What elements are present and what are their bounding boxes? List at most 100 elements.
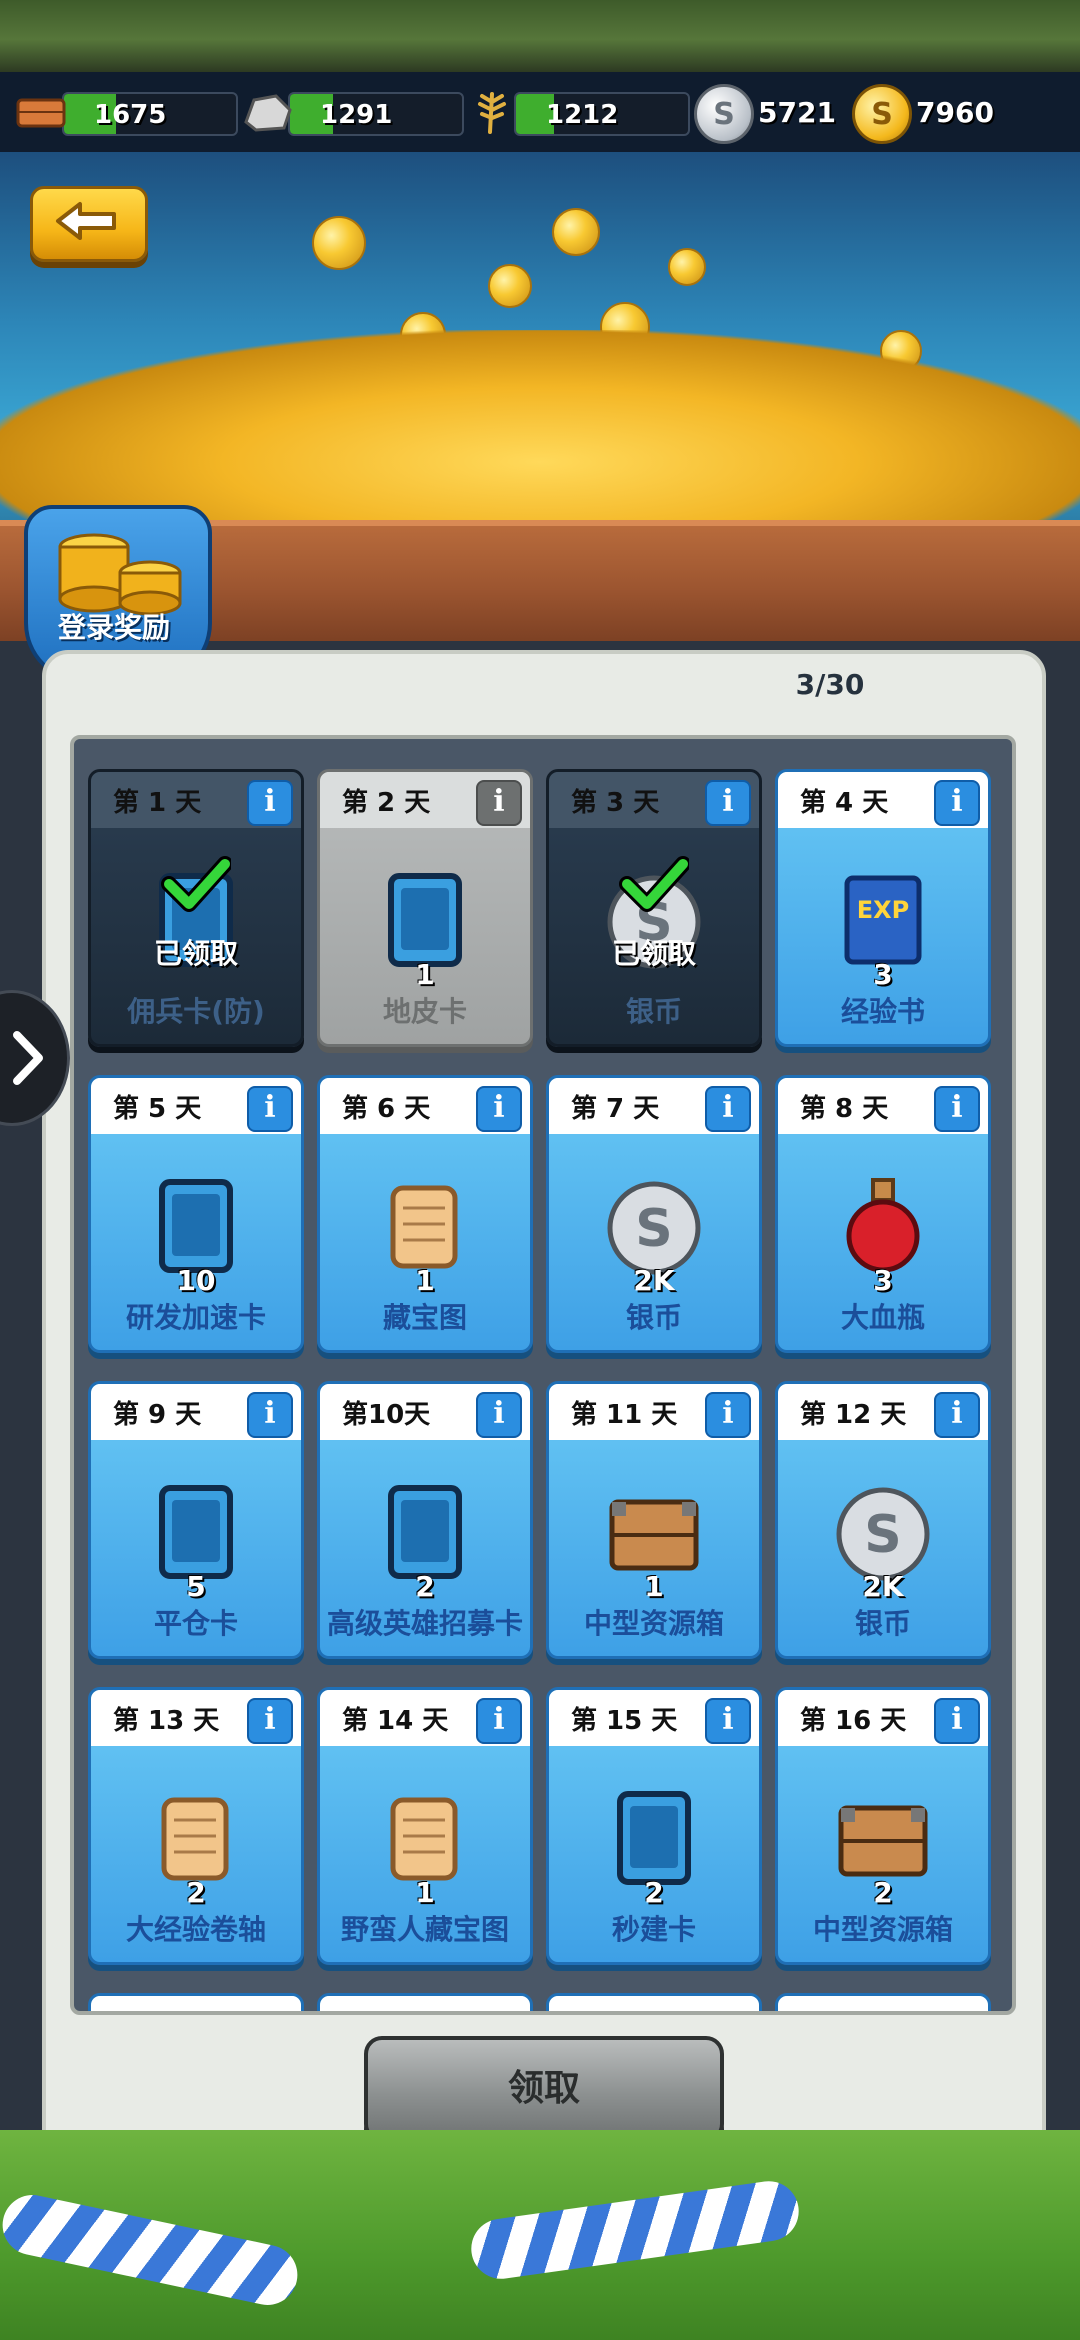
info-icon[interactable]: i	[476, 1086, 522, 1132]
card-day-label: 第 13 天	[113, 1706, 220, 1736]
reward-card-day-14[interactable]: 第 14 天 i 1 野蛮人藏宝图	[317, 1687, 533, 1965]
card-day-label: 第 6 天	[342, 1094, 431, 1124]
currency-silver: S 5721	[694, 84, 844, 144]
reward-card-day-9[interactable]: 第 9 天 i 5 平仓卡	[88, 1381, 304, 1659]
card-day-label: 第 1 天	[113, 788, 202, 818]
card-item-name: 大血瓶	[840, 1301, 925, 1334]
info-icon[interactable]: i	[247, 1086, 293, 1132]
card-header: 第 8 天 i	[778, 1078, 988, 1134]
reward-card-day-1[interactable]: 第 1 天 i 已领取佣兵卡(防)	[88, 769, 304, 1047]
chevron-right-icon	[13, 1031, 43, 1085]
card-item-name: 中型资源箱	[583, 1607, 724, 1640]
card-item-name: 藏宝图	[382, 1301, 467, 1334]
card-header: 第 11 天 i	[549, 1384, 759, 1440]
card-header	[778, 1996, 988, 2011]
reward-card-day-4[interactable]: 第 4 天 i EXP 3 经验书	[775, 769, 991, 1047]
reward-card-day-3[interactable]: 第 3 天 i S 已领取 银币	[546, 769, 762, 1047]
card-item-name: 银币	[854, 1607, 911, 1640]
card-day-label: 第 16 天	[800, 1706, 907, 1736]
reward-card-day-13[interactable]: 第 13 天 i 2 大经验卷轴	[88, 1687, 304, 1965]
info-icon[interactable]: i	[247, 780, 293, 826]
card-item-name: 高级英雄招募卡	[326, 1607, 523, 1640]
reward-grid[interactable]: 第 1 天 i 已领取佣兵卡(防) 第 2 天 i 1 地皮卡 第 3 天 i S 已领取银币 第 4…	[70, 735, 1016, 2015]
silver-coin-icon: S	[694, 84, 754, 144]
claimed-label: 已领取	[611, 937, 696, 970]
reward-card-day-16[interactable]: 第 16 天 i 2 中型资源箱	[775, 1687, 991, 1965]
resource-wheat-bar: 1212	[514, 92, 690, 136]
card-header	[91, 1996, 301, 2011]
info-icon[interactable]: i	[476, 780, 522, 826]
reward-card-day-15[interactable]: 第 15 天 i 2 秒建卡	[546, 1687, 762, 1965]
gold-coin-stack-icon	[58, 533, 182, 616]
reward-card-day-2[interactable]: 第 2 天 i 1 地皮卡	[317, 769, 533, 1047]
card-header	[549, 1996, 759, 2011]
card-header: 第 7 天 i	[549, 1078, 759, 1134]
card-header: 第 15 天 i	[549, 1690, 759, 1746]
wheat-icon	[478, 92, 506, 134]
reward-card-day-11[interactable]: 第 11 天 i 1 中型资源箱	[546, 1381, 762, 1659]
reward-card-day-8[interactable]: 第 8 天 i 3 大血瓶	[775, 1075, 991, 1353]
card-day-label: 第 5 天	[113, 1094, 202, 1124]
reward-card-day-6[interactable]: 第 6 天 i 1 藏宝图	[317, 1075, 533, 1353]
card-quantity: 1	[415, 1876, 435, 1909]
reward-card-partial[interactable]	[546, 1993, 762, 2011]
info-icon[interactable]: i	[934, 1698, 980, 1744]
card-day-label: 第 8 天	[800, 1094, 889, 1124]
card-item-name: 研发加速卡	[125, 1301, 266, 1334]
info-icon[interactable]: i	[705, 1392, 751, 1438]
resource-wheat-value: 1212	[546, 100, 619, 130]
info-icon[interactable]: i	[934, 780, 980, 826]
grass-ground	[0, 2130, 1080, 2340]
reward-card-day-10[interactable]: 第10天 i 2 高级英雄招募卡	[317, 1381, 533, 1659]
info-icon[interactable]: i	[476, 1392, 522, 1438]
card-day-label: 第 7 天	[571, 1094, 660, 1124]
card-header: 第 16 天 i	[778, 1690, 988, 1746]
card-header: 第 12 天 i	[778, 1384, 988, 1440]
info-icon[interactable]: i	[247, 1698, 293, 1744]
info-icon[interactable]: i	[476, 1698, 522, 1744]
reward-card-partial[interactable]	[88, 1993, 304, 2011]
card-header: 第 1 天 i	[91, 772, 301, 828]
svg-text:EXP: EXP	[857, 896, 910, 924]
badge-title: 登录奖励	[57, 611, 170, 644]
card-header	[320, 1996, 530, 2011]
brick-icon	[16, 98, 66, 128]
card-item-name: 佣兵卡(防)	[127, 995, 265, 1028]
currency-gold: S 7960	[852, 84, 1052, 144]
resource-brick-value: 1675	[94, 100, 167, 130]
card-quantity: 3	[873, 1264, 893, 1297]
info-icon[interactable]: i	[705, 1086, 751, 1132]
reward-card-partial[interactable]	[775, 1993, 991, 2011]
svg-text:S: S	[635, 1199, 672, 1259]
info-icon[interactable]: i	[934, 1392, 980, 1438]
resource-brick: 1675	[14, 90, 238, 136]
reward-card-day-5[interactable]: 第 5 天 i 10 研发加速卡	[88, 1075, 304, 1353]
card-day-label: 第 11 天	[571, 1400, 678, 1430]
claim-button[interactable]: 领取	[364, 2036, 724, 2142]
checkmark-icon	[161, 856, 231, 912]
resource-brick-bar: 1675	[62, 92, 238, 136]
resource-stone-bar: 1291	[288, 92, 464, 136]
card-quantity: 2	[186, 1876, 206, 1909]
card-quantity: 2K	[633, 1264, 675, 1297]
card-day-label: 第 9 天	[113, 1400, 202, 1430]
reward-card-partial[interactable]	[317, 1993, 533, 2011]
info-icon[interactable]: i	[705, 1698, 751, 1744]
resource-stone: 1291	[240, 90, 464, 136]
card-quantity: 1	[415, 1264, 435, 1297]
side-expand-button[interactable]	[0, 990, 70, 1126]
claimed-label: 已领取	[153, 937, 238, 970]
firework-rocket-right	[467, 2177, 803, 2283]
info-icon[interactable]: i	[705, 780, 751, 826]
card-header: 第 6 天 i	[320, 1078, 530, 1134]
reward-card-day-12[interactable]: 第 12 天 i S 2K 银币	[775, 1381, 991, 1659]
reward-card-day-7[interactable]: 第 7 天 i S 2K 银币	[546, 1075, 762, 1353]
card-day-label: 第 3 天	[571, 788, 660, 818]
back-button[interactable]	[30, 186, 148, 262]
info-icon[interactable]: i	[934, 1086, 980, 1132]
info-icon[interactable]: i	[247, 1392, 293, 1438]
card-header: 第 4 天 i	[778, 772, 988, 828]
card-header: 第 13 天 i	[91, 1690, 301, 1746]
resource-stone-value: 1291	[320, 100, 393, 130]
resource-bar: 1675 1291 1212 S 5721 S 7960	[0, 72, 1080, 152]
